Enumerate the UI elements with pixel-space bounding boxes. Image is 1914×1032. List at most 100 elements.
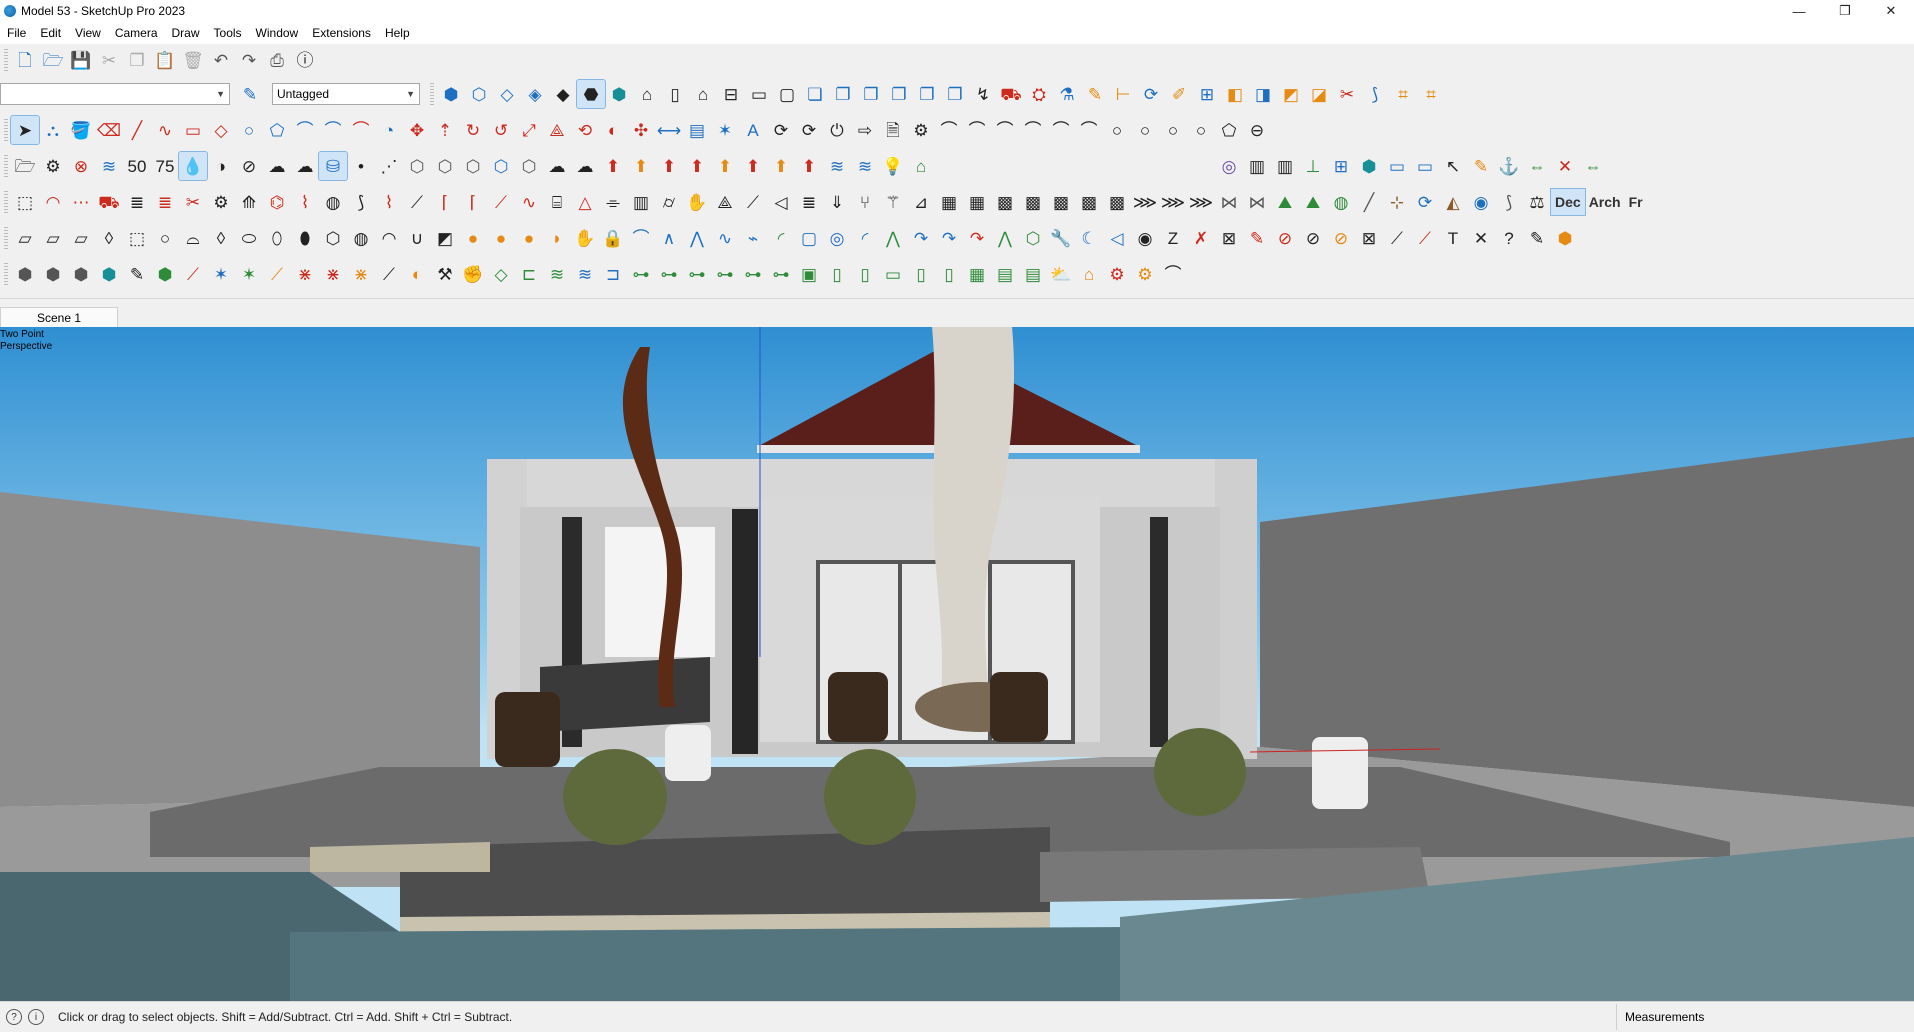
layers-b-icon[interactable]: ❐ (857, 80, 885, 108)
texture-icon[interactable]: ◩ (431, 224, 459, 252)
layers-blue-b-icon[interactable]: ≋ (851, 152, 879, 180)
axes-icon[interactable]: ✣ (627, 116, 655, 144)
top-view-icon[interactable]: ⬡ (465, 80, 493, 108)
arc-dark-icon[interactable]: ⌒ (1159, 260, 1187, 288)
toolbar-grip[interactable] (4, 155, 8, 177)
pyramid-icon[interactable]: △ (571, 188, 599, 216)
solid-f-icon[interactable]: ⬆ (767, 152, 795, 180)
crescent-icon[interactable]: ☾ (1075, 224, 1103, 252)
number-75-icon[interactable]: 75 (151, 152, 179, 180)
paste-icon[interactable]: 📋 (151, 46, 179, 74)
lock-icon[interactable]: 🔒 (599, 224, 627, 252)
sunrise-icon[interactable]: ⛅ (1047, 260, 1075, 288)
menu-tools[interactable]: Tools (207, 22, 249, 44)
bend-icon[interactable]: ⌇ (291, 188, 319, 216)
erase-icon[interactable]: 🗑 (179, 46, 207, 74)
sun-icon[interactable]: ◐ (403, 260, 431, 288)
pan-icon[interactable]: ⟳ (795, 116, 823, 144)
target-icon[interactable]: ◉ (1131, 224, 1159, 252)
gem-d-icon[interactable]: ⬡ (487, 152, 515, 180)
gear-b-icon[interactable]: ⚙ (207, 188, 235, 216)
page-green-icon[interactable]: ⊏ (515, 260, 543, 288)
style-combo[interactable]: ▼ (0, 83, 230, 105)
curl-icon[interactable]: ⟆ (347, 188, 375, 216)
knife-b-icon[interactable]: ⟋ (1383, 224, 1411, 252)
scales-icon[interactable]: ⚖ (1523, 188, 1551, 216)
crate-icon[interactable]: ⬢ (1551, 224, 1579, 252)
board-e-icon[interactable]: ▯ (907, 260, 935, 288)
contrast-icon[interactable]: ◑ (207, 152, 235, 180)
fan-c-icon[interactable]: ⋙ (1187, 188, 1215, 216)
book-a-icon[interactable]: ▥ (1243, 152, 1271, 180)
menu-draw[interactable]: Draw (165, 22, 207, 44)
hook-b-icon[interactable]: ↷ (935, 224, 963, 252)
hook-red-icon[interactable]: ↷ (963, 224, 991, 252)
wedge-icon[interactable]: ◁ (767, 188, 795, 216)
save-icon[interactable]: 💾 (67, 46, 95, 74)
fx-e-icon[interactable]: ⋇ (291, 260, 319, 288)
axes-tool-icon[interactable]: ✶ (711, 116, 739, 144)
level-icon[interactable]: ⊥ (1299, 152, 1327, 180)
grille-d-icon[interactable]: ▩ (1075, 188, 1103, 216)
arc-green-icon[interactable]: ◜ (767, 224, 795, 252)
slope-icon[interactable]: ⟋ (487, 188, 515, 216)
ball-c-icon[interactable]: ● (515, 224, 543, 252)
tag-combo[interactable]: Untagged ▼ (272, 83, 420, 105)
grab-hand-icon[interactable]: ✋ (571, 224, 599, 252)
move-icon[interactable]: ✥ (403, 116, 431, 144)
shape-a-icon[interactable]: ◧ (1221, 80, 1249, 108)
down-arrow-icon[interactable]: ⇓ (823, 188, 851, 216)
model-viewport[interactable]: Two Point Perspective (0, 327, 1914, 1001)
export-icon[interactable]: ⇨ (851, 116, 879, 144)
curve-tool-icon[interactable]: ↯ (969, 80, 997, 108)
tree-b-icon[interactable]: ⊶ (655, 260, 683, 288)
grab-icon[interactable]: ✊ (459, 260, 487, 288)
solid-box-c-icon[interactable]: ⬢ (67, 260, 95, 288)
shape-d-icon[interactable]: ◪ (1305, 80, 1333, 108)
bezier-a-icon[interactable]: ⌒ (935, 116, 963, 144)
bezier-c-icon[interactable]: ⌒ (991, 116, 1019, 144)
solid-box-b-icon[interactable]: ⬢ (39, 260, 67, 288)
curve-d-icon[interactable]: ∿ (711, 224, 739, 252)
grid-tool-icon[interactable]: ⊞ (1193, 80, 1221, 108)
line-tool-icon[interactable]: ╱ (123, 116, 151, 144)
cog-icon[interactable]: ⚙ (39, 152, 67, 180)
slash-red-icon[interactable]: ⊘ (1271, 224, 1299, 252)
bracket-icon[interactable]: ⊐ (599, 260, 627, 288)
egg-icon[interactable]: ⬮ (291, 224, 319, 252)
redo-icon[interactable]: ↷ (235, 46, 263, 74)
arrows-icon[interactable]: ⇔ (1523, 152, 1551, 180)
fx-g-icon[interactable]: ⋇ (347, 260, 375, 288)
tree-c-icon[interactable]: ⊶ (683, 260, 711, 288)
spiral-icon[interactable]: ◎ (1215, 152, 1243, 180)
cloud-d-icon[interactable]: ☁ (571, 152, 599, 180)
front-view-icon[interactable]: ◇ (493, 80, 521, 108)
oval-icon[interactable]: ⬭ (235, 224, 263, 252)
shape-cut-a-icon[interactable]: ▱ (11, 224, 39, 252)
menu-file[interactable]: File (0, 22, 33, 44)
align-icon[interactable]: ⊞ (1327, 152, 1355, 180)
3d-text-icon[interactable]: A (739, 116, 767, 144)
dotted-line-icon[interactable]: ⋯ (67, 188, 95, 216)
grille-b-icon[interactable]: ▩ (1019, 188, 1047, 216)
corner-b-icon[interactable]: ⌈ (459, 188, 487, 216)
frame-icon[interactable]: ▢ (773, 80, 801, 108)
spring-icon[interactable]: ⌇ (375, 188, 403, 216)
layer-stack-b-icon[interactable]: ≣ (151, 188, 179, 216)
three-point-arc-icon[interactable]: ⌒ (347, 116, 375, 144)
bezier-d-icon[interactable]: ⌒ (1019, 116, 1047, 144)
curve-c-icon[interactable]: ⋀ (683, 224, 711, 252)
plug-icon[interactable]: ⏻ (823, 116, 851, 144)
dimension-icon[interactable]: ⊢ (1109, 80, 1137, 108)
scale-icon[interactable]: ⤢ (515, 116, 543, 144)
solid-box-d-icon[interactable]: ⬢ (95, 260, 123, 288)
box-outline-icon[interactable]: ⬚ (123, 224, 151, 252)
panel-a-icon[interactable]: ▦ (935, 188, 963, 216)
solid-c-icon[interactable]: ⬆ (683, 152, 711, 180)
gears-red-icon[interactable]: ⚙ (1103, 260, 1131, 288)
open-folder-b-icon[interactable]: 🗁 (11, 152, 39, 180)
no-entry-b-icon[interactable]: ⊘ (1327, 224, 1355, 252)
protractor-icon[interactable]: ◐ (599, 116, 627, 144)
fork-icon[interactable]: ⑂ (851, 188, 879, 216)
terrain-a-icon[interactable]: ⛰ (1271, 188, 1299, 216)
